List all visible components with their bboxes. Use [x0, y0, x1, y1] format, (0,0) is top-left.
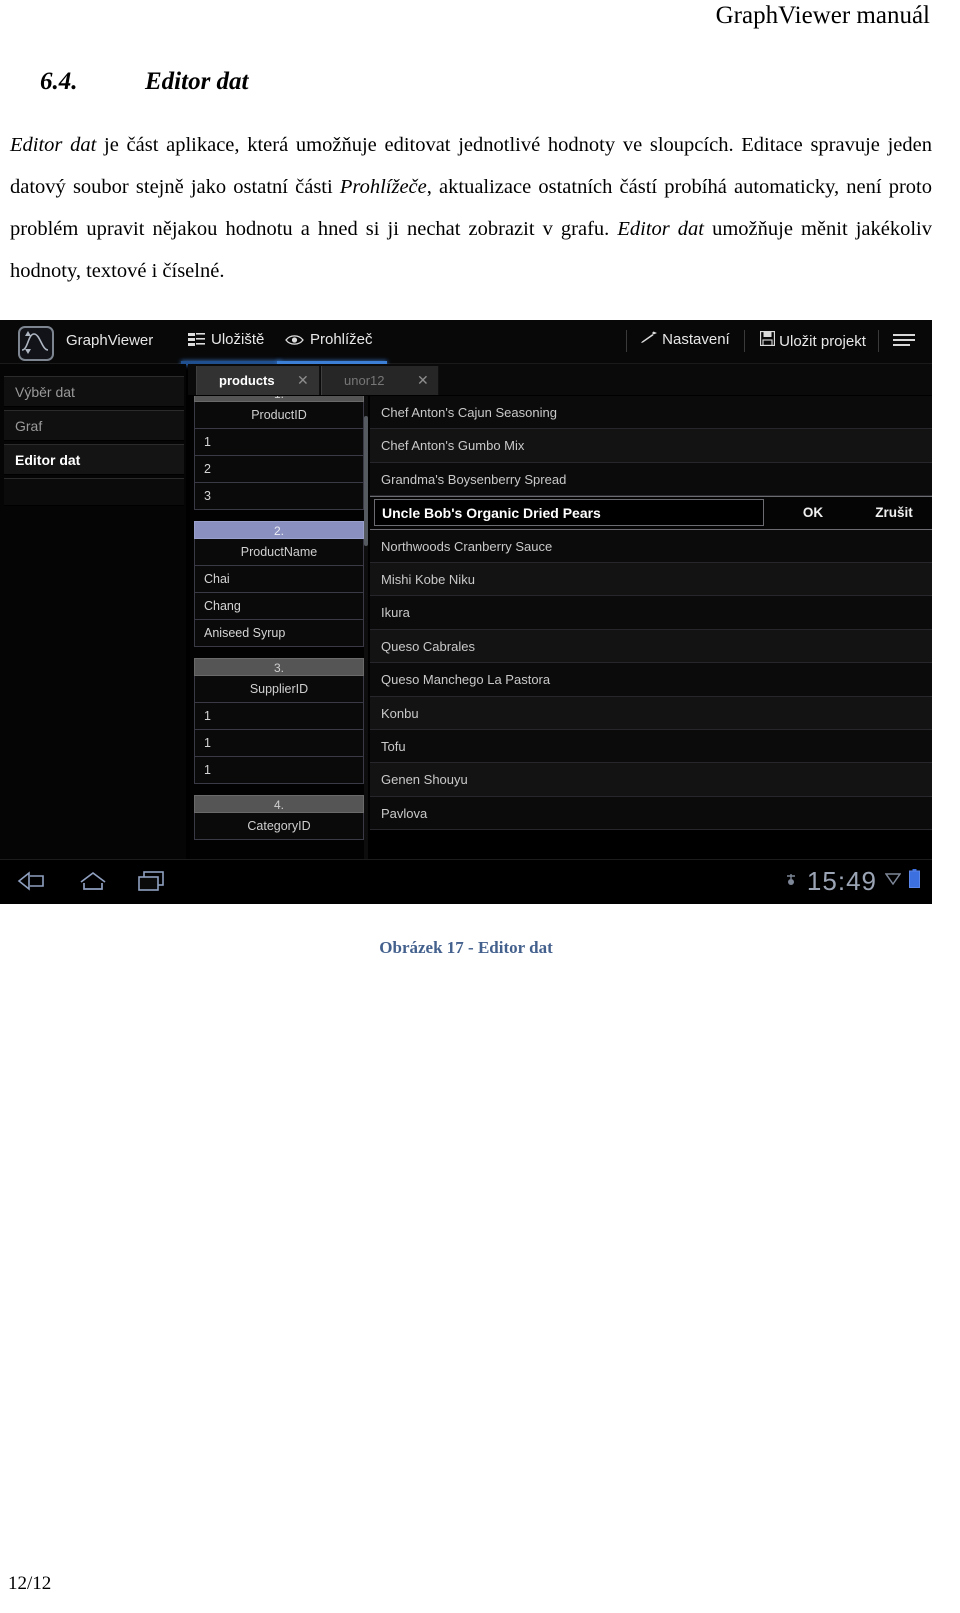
usb-debug-icon [783, 872, 799, 891]
toolbar-divider-mid [744, 330, 745, 352]
value-row[interactable]: Tofu [370, 729, 932, 764]
value-row[interactable]: Grandma's Boysenberry Spread [370, 462, 932, 497]
value-row-editing[interactable]: Uncle Bob's Organic Dried Pears OK Zrušit [370, 496, 932, 530]
figure-screenshot: GraphViewer Uložiště Prohlížeč Nastavení… [0, 320, 932, 904]
graphviewer-logo-icon [18, 326, 54, 361]
column-group[interactable]: 4. CategoryID [194, 795, 364, 840]
wrench-icon [640, 331, 662, 348]
section-title: Editor dat [145, 68, 249, 95]
column-list-pane[interactable]: 1.ProductID1232.ProductNameChaiChangAnis… [190, 396, 368, 860]
value-row[interactable]: Konbu [370, 696, 932, 730]
save-project-label: Uložit projekt [779, 333, 866, 350]
tab-unor12[interactable]: unor12 ✕ [321, 366, 439, 395]
settings-button[interactable]: Nastavení [640, 331, 730, 348]
column-cell[interactable]: 3 [194, 483, 364, 510]
edit-cancel-button[interactable]: Zrušit [860, 499, 928, 526]
column-cell[interactable]: Chang [194, 593, 364, 620]
column-cell[interactable]: 1 [194, 429, 364, 456]
back-icon[interactable] [16, 870, 48, 897]
home-icon[interactable] [78, 870, 108, 897]
value-row[interactable]: Genen Shouyu [370, 763, 932, 797]
column-name-header[interactable]: ProductID [194, 402, 364, 429]
android-nav-bar: 15:49 [0, 859, 932, 904]
tab-products-close-icon[interactable]: ✕ [297, 366, 309, 395]
column-cell[interactable]: 1 [194, 730, 364, 757]
storage-list-icon [188, 333, 205, 350]
nav-tab-prohlizec-label: Prohlížeč [310, 331, 373, 348]
value-row[interactable]: Queso Manchego La Pastora [370, 663, 932, 697]
section-paragraph: Editor dat je část aplikace, která umožň… [10, 134, 933, 282]
nav-tab-ulosiste[interactable]: Uložiště [188, 331, 264, 350]
tab-unor12-label: unor12 [344, 373, 385, 388]
battery-icon [909, 869, 920, 893]
eye-icon [285, 333, 304, 350]
column-cell[interactable]: 2 [194, 456, 364, 483]
floppy-disk-icon [759, 330, 779, 350]
status-clock: 15:49 [806, 866, 877, 896]
left-sidebar: Výběr dat Graf Editor dat [0, 364, 186, 859]
nav-tab-ulosiste-label: Uložiště [211, 331, 265, 348]
app-top-bar: GraphViewer Uložiště Prohlížeč Nastavení… [0, 320, 932, 365]
sidebar-item-graf[interactable]: Graf [4, 410, 184, 441]
column-cell[interactable]: 1 [194, 703, 364, 730]
wifi-icon [884, 871, 902, 891]
sidebar-filler [4, 478, 184, 506]
nav-tab-prohlizec[interactable]: Prohlížeč [285, 331, 373, 350]
value-row[interactable]: Chef Anton's Cajun Seasoning [370, 396, 932, 430]
value-row[interactable]: Ikura [370, 596, 932, 630]
column-name-header[interactable]: CategoryID [194, 813, 364, 840]
column-group[interactable]: 3. SupplierID 1 1 1 [194, 658, 364, 784]
sidebar-item-vyber-dat[interactable]: Výběr dat [4, 376, 184, 407]
tab-products[interactable]: products ✕ [196, 366, 320, 395]
document-header: GraphViewer manuál [0, 0, 930, 32]
column-index-header[interactable]: 3. [194, 658, 364, 676]
column-pane-scroll-thumb[interactable] [364, 416, 368, 546]
value-row[interactable]: Mishi Kobe Niku [370, 562, 932, 597]
edit-ok-button[interactable]: OK [782, 499, 844, 526]
value-edit-input[interactable]: Uncle Bob's Organic Dried Pears [374, 499, 764, 527]
value-row[interactable]: Pavlova [370, 796, 932, 831]
toolbar-divider-right [878, 330, 879, 352]
value-row[interactable]: Chef Anton's Gumbo Mix [370, 429, 932, 463]
value-row[interactable]: Northwoods Cranberry Sauce [370, 529, 932, 563]
sidebar-item-editor-dat[interactable]: Editor dat [4, 444, 184, 475]
tab-strip: products ✕ unor12 ✕ [188, 364, 932, 395]
tab-unor12-close-icon[interactable]: ✕ [417, 366, 429, 395]
column-cell[interactable]: 1 [194, 757, 364, 784]
value-row[interactable]: Queso Cabrales [370, 629, 932, 664]
toolbar-divider-left [626, 330, 627, 352]
manual-title: GraphViewer manuál [715, 2, 930, 29]
column-cell[interactable]: Aniseed Syrup [194, 620, 364, 647]
column-pane-scroll-track[interactable] [364, 396, 368, 860]
column-index-header[interactable]: 4. [194, 795, 364, 813]
recent-apps-icon[interactable] [136, 870, 166, 897]
column-name-header[interactable]: ProductName [194, 539, 364, 566]
status-area: 15:49 [783, 866, 920, 896]
save-project-button[interactable]: Uložit projekt [759, 330, 866, 350]
tab-products-label: products [219, 373, 275, 388]
section-number: 6.4. [40, 68, 78, 95]
column-cell[interactable]: Chai [194, 566, 364, 593]
app-name: GraphViewer [66, 332, 154, 349]
figure-caption: Obrázek 17 - Editor dat [379, 938, 553, 957]
column-group[interactable]: 1.ProductID123 [194, 396, 364, 510]
column-name-header[interactable]: SupplierID [194, 676, 364, 703]
hamburger-menu-icon[interactable] [893, 334, 915, 350]
value-list-pane[interactable]: Chef Anton's Cajun Seasoning Chef Anton's… [370, 396, 932, 860]
column-group[interactable]: 2. ProductName Chai Chang Aniseed Syrup [194, 521, 364, 647]
page-footer: 12/12 [8, 1573, 52, 1594]
section-heading: 6.4. Editor dat [40, 68, 930, 96]
settings-label: Nastavení [662, 331, 730, 348]
column-index-header[interactable]: 2. [194, 521, 364, 539]
